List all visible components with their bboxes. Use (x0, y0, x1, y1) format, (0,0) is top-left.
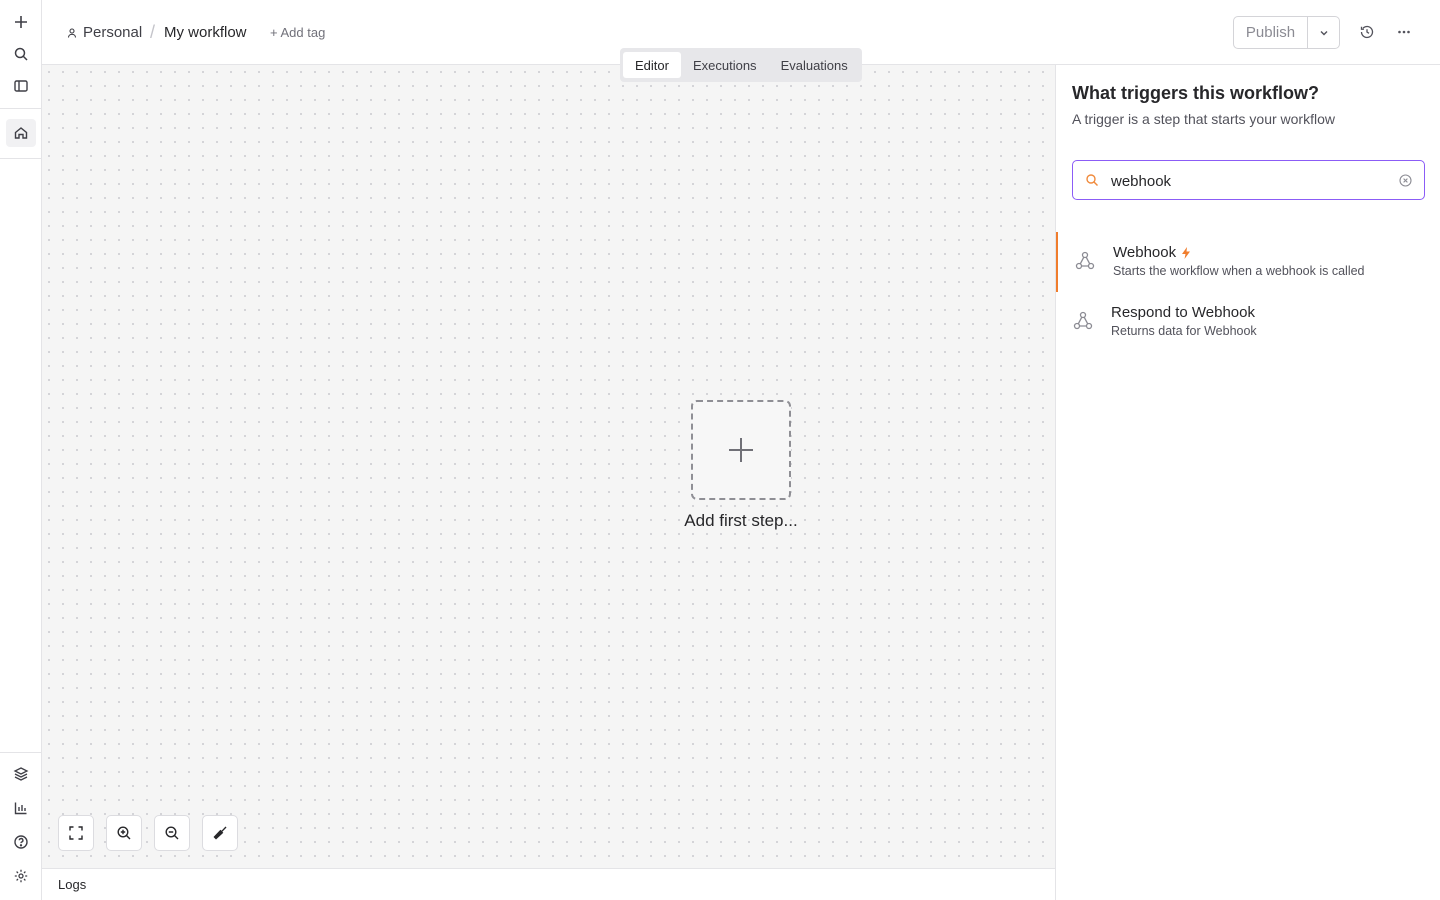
zoom-in-button[interactable] (106, 815, 142, 851)
bolt-icon (1182, 246, 1191, 259)
node-item-webhook[interactable]: Webhook Starts the workflow when a webho… (1056, 232, 1440, 292)
node-name: Webhook (1113, 244, 1177, 261)
node-creator-panel: What triggers this workflow? A trigger i… (1055, 65, 1440, 900)
tab-executions[interactable]: Executions (681, 52, 769, 78)
search-icon (1086, 174, 1098, 186)
node-description: Starts the workflow when a webhook is ca… (1113, 264, 1365, 278)
project-name: Personal (83, 24, 143, 41)
webhook-icon (1073, 311, 1093, 330)
fit-view-button[interactable] (58, 815, 94, 851)
node-name: Respond to Webhook (1111, 304, 1255, 321)
plus-icon (729, 438, 753, 462)
add-first-step-label: Add first step... (684, 511, 798, 530)
publish-button[interactable]: Publish (1234, 17, 1308, 48)
home-icon[interactable] (6, 119, 36, 147)
panel-subtitle: A trigger is a step that starts your wor… (1072, 111, 1335, 127)
tab-evaluations[interactable]: Evaluations (769, 52, 860, 78)
view-tabs: Editor Executions Evaluations (620, 48, 862, 82)
logs-bar[interactable]: Logs (42, 868, 1055, 900)
clear-search-icon[interactable] (1399, 174, 1412, 187)
tidy-up-button[interactable] (202, 815, 238, 851)
publish-button-group: Publish (1233, 16, 1340, 49)
chevron-down-icon (1320, 30, 1327, 35)
add-tag-button[interactable]: + Add tag (270, 25, 325, 40)
node-item-respond-to-webhook[interactable]: Respond to Webhook Returns data for Webh… (1056, 292, 1440, 352)
workflow-canvas[interactable]: Add first step... (42, 65, 1055, 868)
broom-icon (213, 826, 227, 840)
more-options-icon[interactable] (1394, 22, 1414, 42)
node-search-box (1072, 160, 1425, 200)
add-first-step-button[interactable] (691, 400, 791, 500)
logs-label: Logs (58, 877, 87, 892)
publish-dropdown[interactable] (1308, 17, 1339, 48)
breadcrumb-project[interactable]: Personal (66, 24, 142, 41)
templates-icon[interactable] (6, 760, 36, 788)
insights-icon[interactable] (6, 794, 36, 822)
toggle-sidebar-icon[interactable] (6, 72, 36, 100)
search-icon[interactable] (6, 40, 36, 68)
panel-title: What triggers this workflow? (1072, 83, 1320, 103)
zoom-in-icon (117, 826, 131, 840)
add-icon[interactable] (6, 8, 36, 36)
zoom-out-icon (165, 826, 179, 840)
webhook-icon (1075, 251, 1095, 270)
zoom-out-button[interactable] (154, 815, 190, 851)
settings-icon[interactable] (6, 862, 36, 890)
fit-view-icon (69, 826, 83, 840)
breadcrumb-separator: / (150, 22, 156, 42)
left-sidebar (0, 0, 42, 900)
workflow-name[interactable]: My workflow (164, 24, 247, 41)
node-description: Returns data for Webhook (1111, 324, 1257, 338)
history-icon[interactable] (1357, 22, 1377, 42)
help-icon[interactable] (6, 828, 36, 856)
user-icon (67, 27, 77, 38)
node-search-input[interactable] (1111, 169, 1391, 193)
tab-editor[interactable]: Editor (623, 52, 681, 78)
